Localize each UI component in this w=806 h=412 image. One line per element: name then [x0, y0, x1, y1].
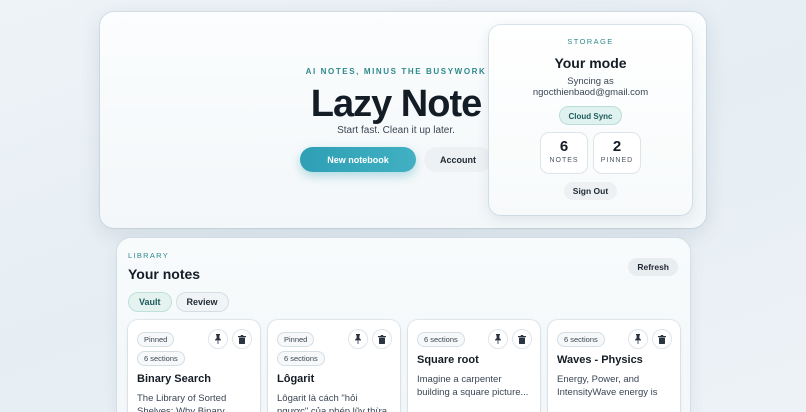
tab-vault[interactable]: Vault — [128, 292, 172, 312]
library-title: Your notes — [128, 266, 201, 282]
pin-button[interactable] — [628, 329, 648, 349]
trash-icon — [378, 334, 386, 344]
trash-icon — [238, 334, 246, 344]
card-actions — [208, 329, 252, 349]
account-button[interactable]: Account — [424, 147, 492, 172]
notes-count: 6 — [559, 138, 569, 155]
note-title: Waves - Physics — [557, 354, 643, 366]
trash-icon — [518, 334, 526, 344]
pin-icon — [355, 334, 361, 344]
pinned-count: 2 — [612, 138, 622, 155]
tab-review[interactable]: Review — [175, 292, 229, 312]
pin-button[interactable] — [208, 329, 228, 349]
note-title: Lôgarit — [277, 373, 315, 385]
refresh-button[interactable]: Refresh — [628, 258, 678, 276]
note-card[interactable]: Pinned 6 sections Lôgarit Lôgarit là các… — [268, 320, 400, 412]
pin-icon — [215, 334, 221, 344]
delete-button[interactable] — [372, 329, 392, 349]
sync-mode-badge: Cloud Sync — [559, 106, 622, 125]
storage-title: Your mode — [554, 55, 627, 71]
card-actions — [488, 329, 532, 349]
library-eyebrow: LIBRARY — [128, 251, 170, 260]
note-card[interactable]: Pinned 6 sections Binary Search The Libr… — [128, 320, 260, 412]
notes-grid: Pinned 6 sections Binary Search The Libr… — [128, 320, 680, 412]
hero-panel: AI NOTES, MINUS THE BUSYWORK Lazy Note S… — [100, 12, 706, 228]
pin-icon — [495, 334, 501, 344]
sections-badge: 6 sections — [277, 351, 325, 366]
card-actions — [628, 329, 672, 349]
note-card[interactable]: 6 sections Waves - Physics Energy, Power… — [548, 320, 680, 412]
delete-button[interactable] — [652, 329, 672, 349]
note-excerpt: Energy, Power, and IntensityWave energy … — [557, 374, 658, 398]
sections-badge: 6 sections — [557, 332, 605, 347]
pinned-badge: Pinned — [137, 332, 175, 347]
pinned-badge: Pinned — [277, 332, 315, 347]
sign-out-button[interactable]: Sign Out — [563, 182, 618, 200]
note-excerpt: Lôgarit là cách "hỏi ngược" của phép lũy… — [277, 393, 387, 412]
pin-icon — [635, 334, 641, 344]
storage-stats: 6 NOTES 2 PINNED — [489, 132, 692, 174]
note-title: Square root — [417, 354, 479, 366]
trash-icon — [658, 334, 666, 344]
note-excerpt: Imagine a carpenter building a square pi… — [417, 374, 529, 398]
delete-button[interactable] — [512, 329, 532, 349]
card-actions — [348, 329, 392, 349]
library-panel: LIBRARY Your notes Refresh Vault Review … — [117, 238, 690, 412]
notes-count-label: NOTES — [549, 157, 579, 164]
storage-eyebrow: STORAGE — [567, 37, 614, 46]
library-tabs: Vault Review — [128, 292, 229, 312]
pin-button[interactable] — [488, 329, 508, 349]
delete-button[interactable] — [232, 329, 252, 349]
pinned-count-stat: 2 PINNED — [593, 132, 641, 174]
note-title: Binary Search — [137, 373, 211, 385]
storage-card: STORAGE Your mode Syncing as ngocthienba… — [489, 25, 692, 215]
pin-button[interactable] — [348, 329, 368, 349]
sections-badge: 6 sections — [417, 332, 465, 347]
account-email: ngocthienbaod@gmail.com — [532, 87, 649, 98]
pinned-count-label: PINNED — [600, 157, 634, 164]
new-notebook-button[interactable]: New notebook — [300, 147, 416, 172]
sections-badge: 6 sections — [137, 351, 185, 366]
syncing-as-label: Syncing as — [567, 76, 614, 87]
notes-count-stat: 6 NOTES — [540, 132, 588, 174]
note-excerpt: The Library of Sorted Shelves: Why Binar… — [137, 393, 227, 412]
note-card[interactable]: 6 sections Square root Imagine a carpent… — [408, 320, 540, 412]
